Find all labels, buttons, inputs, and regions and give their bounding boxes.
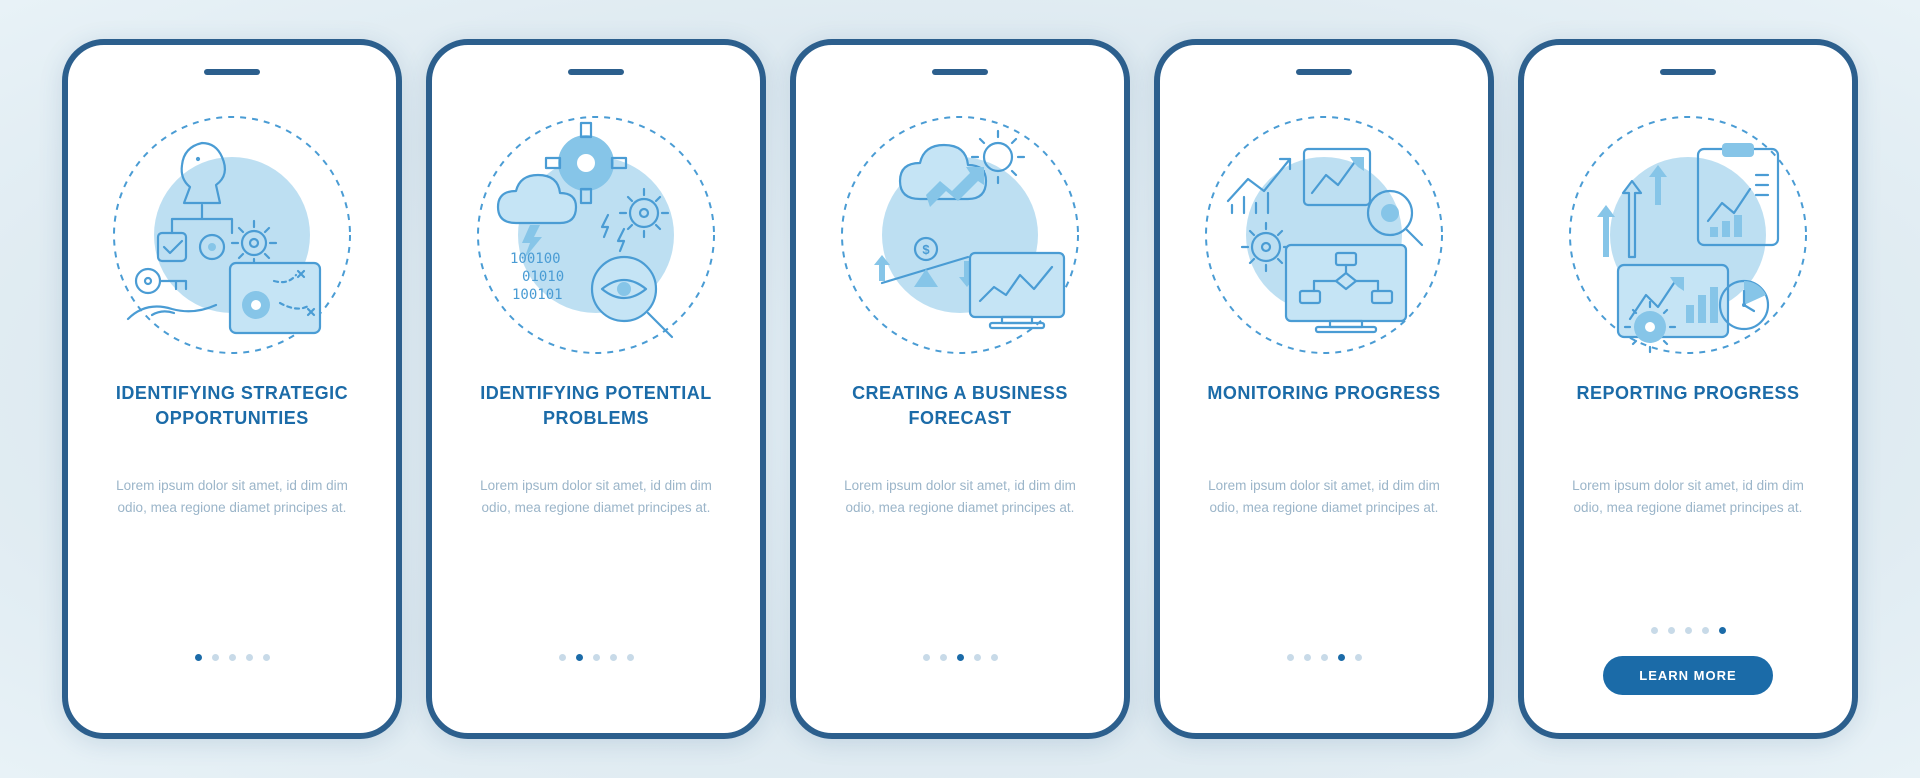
- phone-frame: REPORTING PROGRESS Lorem ipsum dolor sit…: [1518, 39, 1858, 739]
- pagination-dot[interactable]: [1321, 654, 1328, 661]
- pagination-dot[interactable]: [1668, 627, 1675, 634]
- slide-title: IDENTIFYING STRATEGIC OPPORTUNITIES: [102, 381, 362, 457]
- slide-description: Lorem ipsum dolor sit amet, id dim dim o…: [835, 475, 1085, 518]
- pagination-dot[interactable]: [263, 654, 270, 661]
- phone-speaker: [204, 69, 260, 75]
- forecast-icon: $: [830, 105, 1090, 365]
- monitoring-icon: [1194, 105, 1454, 365]
- pagination-dot[interactable]: [246, 654, 253, 661]
- pagination-dot[interactable]: [559, 654, 566, 661]
- slide-description: Lorem ipsum dolor sit amet, id dim dim o…: [471, 475, 721, 518]
- problems-icon: 100100 01010 100101: [466, 105, 726, 365]
- pagination-dot[interactable]: [991, 654, 998, 661]
- learn-more-button[interactable]: LEARN MORE: [1603, 656, 1772, 695]
- slide-description: Lorem ipsum dolor sit amet, id dim dim o…: [107, 475, 357, 518]
- pagination-dot[interactable]: [229, 654, 236, 661]
- pagination-dot[interactable]: [195, 654, 202, 661]
- svg-text:01010: 01010: [522, 269, 564, 285]
- pagination-dot[interactable]: [1685, 627, 1692, 634]
- phone-frame: MONITORING PROGRESS Lorem ipsum dolor si…: [1154, 39, 1494, 739]
- svg-text:$: $: [922, 242, 930, 257]
- pagination-dot[interactable]: [610, 654, 617, 661]
- pagination-dot[interactable]: [1338, 654, 1345, 661]
- slide-title: REPORTING PROGRESS: [1576, 381, 1799, 457]
- reporting-icon: [1558, 105, 1818, 365]
- pagination-dot[interactable]: [974, 654, 981, 661]
- pagination-dots: [195, 654, 270, 661]
- slide-title: CREATING A BUSINESS FORECAST: [830, 381, 1090, 457]
- pagination-dot[interactable]: [957, 654, 964, 661]
- svg-text:100101: 100101: [512, 287, 563, 303]
- pagination-dot[interactable]: [1287, 654, 1294, 661]
- phone-frame: $ CREATING A BUSINESS FORECAST Lorem ips…: [790, 39, 1130, 739]
- phone-speaker: [568, 69, 624, 75]
- pagination-dot[interactable]: [576, 654, 583, 661]
- pagination-dots: [923, 654, 998, 661]
- slide-title: IDENTIFYING POTENTIAL PROBLEMS: [466, 381, 726, 457]
- pagination-dot[interactable]: [627, 654, 634, 661]
- phone-speaker: [932, 69, 988, 75]
- pagination-dot[interactable]: [923, 654, 930, 661]
- phone-frame: IDENTIFYING STRATEGIC OPPORTUNITIES Lore…: [62, 39, 402, 739]
- slide-description: Lorem ipsum dolor sit amet, id dim dim o…: [1199, 475, 1449, 518]
- pagination-dot[interactable]: [1355, 654, 1362, 661]
- pagination-dots: [1651, 627, 1726, 634]
- phone-speaker: [1660, 69, 1716, 75]
- phone-speaker: [1296, 69, 1352, 75]
- pagination-dots: [1287, 654, 1362, 661]
- phone-frame: 100100 01010 100101 IDENTIFYING POTENTIA…: [426, 39, 766, 739]
- svg-text:100100: 100100: [510, 251, 561, 267]
- pagination-dot[interactable]: [593, 654, 600, 661]
- slide-description: Lorem ipsum dolor sit amet, id dim dim o…: [1563, 475, 1813, 518]
- pagination-dot[interactable]: [1702, 627, 1709, 634]
- pagination-dots: [559, 654, 634, 661]
- pagination-dot[interactable]: [1304, 654, 1311, 661]
- pagination-dot[interactable]: [1719, 627, 1726, 634]
- pagination-dot[interactable]: [1651, 627, 1658, 634]
- slide-title: MONITORING PROGRESS: [1207, 381, 1440, 457]
- pagination-dot[interactable]: [940, 654, 947, 661]
- strategy-icon: [102, 105, 362, 365]
- pagination-dot[interactable]: [212, 654, 219, 661]
